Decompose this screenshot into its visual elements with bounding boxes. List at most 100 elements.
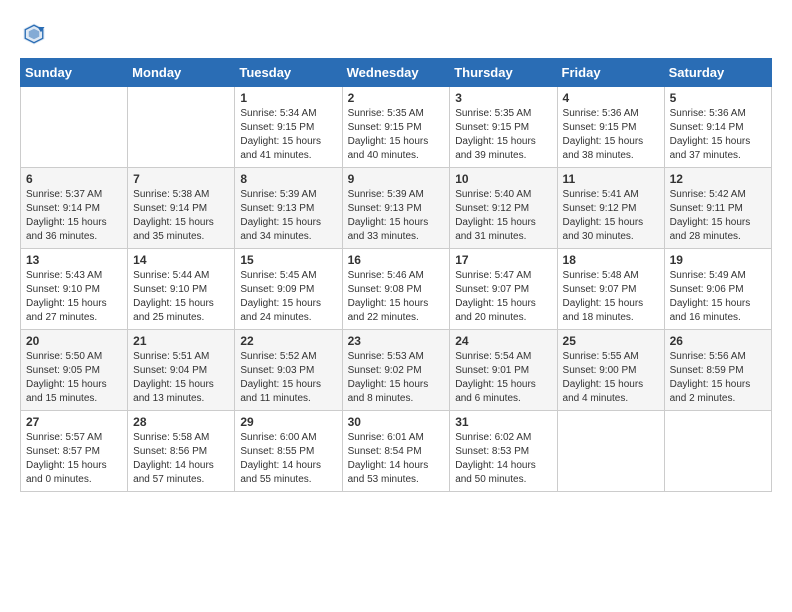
calendar-cell: 28 Sunrise: 5:58 AM Sunset: 8:56 PM Dayli… (128, 411, 235, 492)
calendar-cell: 2Sunrise: 5:35 AM Sunset: 9:15 PM Daylig… (342, 87, 450, 168)
calendar-cell: 24 Sunrise: 5:54 AM Sunset: 9:01 PM Dayli… (450, 330, 557, 411)
day-info: Sunrise: 5:41 AM Sunset: 9:12 PM Dayligh… (563, 188, 659, 244)
day-number: 10 (455, 172, 551, 186)
day-info: Sunrise: 5:56 AM Sunset: 8:59 PM Dayligh… (670, 350, 766, 406)
calendar-cell: 21 Sunrise: 5:51 AM Sunset: 9:04 PM Dayli… (128, 330, 235, 411)
calendar-table: SundayMondayTuesdayWednesdayThursdayFrid… (20, 58, 772, 492)
day-number: 28 (133, 415, 229, 429)
day-number: 20 (26, 334, 122, 348)
calendar-cell: 9 Sunrise: 5:39 AM Sunset: 9:13 PM Daylig… (342, 168, 450, 249)
day-info: Sunrise: 5:44 AM Sunset: 9:10 PM Dayligh… (133, 269, 229, 325)
calendar-cell: 8 Sunrise: 5:39 AM Sunset: 9:13 PM Daylig… (235, 168, 342, 249)
day-info: Sunrise: 5:35 AM Sunset: 9:15 PM Dayligh… (455, 107, 551, 163)
weekday-header-row: SundayMondayTuesdayWednesdayThursdayFrid… (21, 59, 772, 87)
calendar-cell: 12 Sunrise: 5:42 AM Sunset: 9:11 PM Dayli… (664, 168, 771, 249)
day-number: 1 (240, 91, 336, 105)
calendar-cell: 7 Sunrise: 5:38 AM Sunset: 9:14 PM Daylig… (128, 168, 235, 249)
day-number: 22 (240, 334, 336, 348)
calendar-week-1: 1 Sunrise: 5:34 AM Sunset: 9:15 PM Daylig… (21, 87, 772, 168)
day-number: 25 (563, 334, 659, 348)
day-info: Sunrise: 5:39 AM Sunset: 9:13 PM Dayligh… (348, 188, 445, 244)
calendar-cell: 19Sunrise: 5:49 AM Sunset: 9:06 PM Dayli… (664, 249, 771, 330)
day-number: 17 (455, 253, 551, 267)
calendar-cell: 3Sunrise: 5:35 AM Sunset: 9:15 PM Daylig… (450, 87, 557, 168)
weekday-header-sunday: Sunday (21, 59, 128, 87)
day-number: 8 (240, 172, 336, 186)
day-number: 15 (240, 253, 336, 267)
calendar-cell: 22Sunrise: 5:52 AM Sunset: 9:03 PM Dayli… (235, 330, 342, 411)
day-info: Sunrise: 5:36 AM Sunset: 9:15 PM Dayligh… (563, 107, 659, 163)
day-info: Sunrise: 5:39 AM Sunset: 9:13 PM Dayligh… (240, 188, 336, 244)
calendar-cell: 25 Sunrise: 5:55 AM Sunset: 9:00 PM Dayli… (557, 330, 664, 411)
day-info: Sunrise: 5:51 AM Sunset: 9:04 PM Dayligh… (133, 350, 229, 406)
logo (20, 20, 54, 48)
calendar-cell: 4 Sunrise: 5:36 AM Sunset: 9:15 PM Daylig… (557, 87, 664, 168)
day-number: 14 (133, 253, 229, 267)
day-info: Sunrise: 5:43 AM Sunset: 9:10 PM Dayligh… (26, 269, 122, 325)
day-info: Sunrise: 6:01 AM Sunset: 8:54 PM Dayligh… (348, 431, 445, 487)
day-info: Sunrise: 5:46 AM Sunset: 9:08 PM Dayligh… (348, 269, 445, 325)
calendar-cell: 11 Sunrise: 5:41 AM Sunset: 9:12 PM Dayli… (557, 168, 664, 249)
calendar-week-2: 6Sunrise: 5:37 AM Sunset: 9:14 PM Daylig… (21, 168, 772, 249)
day-info: Sunrise: 5:45 AM Sunset: 9:09 PM Dayligh… (240, 269, 336, 325)
calendar-week-4: 20 Sunrise: 5:50 AM Sunset: 9:05 PM Dayli… (21, 330, 772, 411)
calendar-cell: 30 Sunrise: 6:01 AM Sunset: 8:54 PM Dayli… (342, 411, 450, 492)
day-number: 24 (455, 334, 551, 348)
day-info: Sunrise: 5:42 AM Sunset: 9:11 PM Dayligh… (670, 188, 766, 244)
day-number: 12 (670, 172, 766, 186)
calendar-cell: 29Sunrise: 6:00 AM Sunset: 8:55 PM Dayli… (235, 411, 342, 492)
calendar-cell: 1 Sunrise: 5:34 AM Sunset: 9:15 PM Daylig… (235, 87, 342, 168)
day-number: 21 (133, 334, 229, 348)
day-info: Sunrise: 5:55 AM Sunset: 9:00 PM Dayligh… (563, 350, 659, 406)
day-info: Sunrise: 5:36 AM Sunset: 9:14 PM Dayligh… (670, 107, 766, 163)
calendar-cell (664, 411, 771, 492)
calendar-cell: 10 Sunrise: 5:40 AM Sunset: 9:12 PM Dayli… (450, 168, 557, 249)
weekday-header-thursday: Thursday (450, 59, 557, 87)
day-info: Sunrise: 5:50 AM Sunset: 9:05 PM Dayligh… (26, 350, 122, 406)
day-number: 26 (670, 334, 766, 348)
day-info: Sunrise: 5:47 AM Sunset: 9:07 PM Dayligh… (455, 269, 551, 325)
day-number: 13 (26, 253, 122, 267)
day-number: 30 (348, 415, 445, 429)
day-number: 11 (563, 172, 659, 186)
calendar-cell: 18Sunrise: 5:48 AM Sunset: 9:07 PM Dayli… (557, 249, 664, 330)
weekday-header-tuesday: Tuesday (235, 59, 342, 87)
day-number: 7 (133, 172, 229, 186)
day-number: 23 (348, 334, 445, 348)
day-info: Sunrise: 5:57 AM Sunset: 8:57 PM Dayligh… (26, 431, 122, 487)
day-info: Sunrise: 6:00 AM Sunset: 8:55 PM Dayligh… (240, 431, 336, 487)
weekday-header-wednesday: Wednesday (342, 59, 450, 87)
calendar-cell: 16 Sunrise: 5:46 AM Sunset: 9:08 PM Dayli… (342, 249, 450, 330)
logo-icon (20, 20, 48, 48)
calendar-cell: 14 Sunrise: 5:44 AM Sunset: 9:10 PM Dayli… (128, 249, 235, 330)
weekday-header-friday: Friday (557, 59, 664, 87)
day-info: Sunrise: 5:40 AM Sunset: 9:12 PM Dayligh… (455, 188, 551, 244)
day-number: 4 (563, 91, 659, 105)
calendar-cell: 27 Sunrise: 5:57 AM Sunset: 8:57 PM Dayli… (21, 411, 128, 492)
calendar-cell: 5 Sunrise: 5:36 AM Sunset: 9:14 PM Daylig… (664, 87, 771, 168)
calendar-cell: 13 Sunrise: 5:43 AM Sunset: 9:10 PM Dayli… (21, 249, 128, 330)
calendar-cell: 15 Sunrise: 5:45 AM Sunset: 9:09 PM Dayli… (235, 249, 342, 330)
calendar-cell: 31Sunrise: 6:02 AM Sunset: 8:53 PM Dayli… (450, 411, 557, 492)
calendar-cell (557, 411, 664, 492)
day-number: 27 (26, 415, 122, 429)
day-info: Sunrise: 6:02 AM Sunset: 8:53 PM Dayligh… (455, 431, 551, 487)
page-header (20, 20, 772, 48)
day-info: Sunrise: 5:54 AM Sunset: 9:01 PM Dayligh… (455, 350, 551, 406)
day-number: 16 (348, 253, 445, 267)
day-info: Sunrise: 5:35 AM Sunset: 9:15 PM Dayligh… (348, 107, 445, 163)
day-info: Sunrise: 5:49 AM Sunset: 9:06 PM Dayligh… (670, 269, 766, 325)
calendar-week-5: 27 Sunrise: 5:57 AM Sunset: 8:57 PM Dayli… (21, 411, 772, 492)
day-number: 9 (348, 172, 445, 186)
day-number: 5 (670, 91, 766, 105)
day-info: Sunrise: 5:38 AM Sunset: 9:14 PM Dayligh… (133, 188, 229, 244)
day-number: 18 (563, 253, 659, 267)
calendar-cell: 20 Sunrise: 5:50 AM Sunset: 9:05 PM Dayli… (21, 330, 128, 411)
day-number: 6 (26, 172, 122, 186)
day-info: Sunrise: 5:58 AM Sunset: 8:56 PM Dayligh… (133, 431, 229, 487)
calendar-cell: 17 Sunrise: 5:47 AM Sunset: 9:07 PM Dayli… (450, 249, 557, 330)
calendar-cell: 6Sunrise: 5:37 AM Sunset: 9:14 PM Daylig… (21, 168, 128, 249)
calendar-cell: 26 Sunrise: 5:56 AM Sunset: 8:59 PM Dayli… (664, 330, 771, 411)
calendar-week-3: 13 Sunrise: 5:43 AM Sunset: 9:10 PM Dayli… (21, 249, 772, 330)
day-info: Sunrise: 5:34 AM Sunset: 9:15 PM Dayligh… (240, 107, 336, 163)
